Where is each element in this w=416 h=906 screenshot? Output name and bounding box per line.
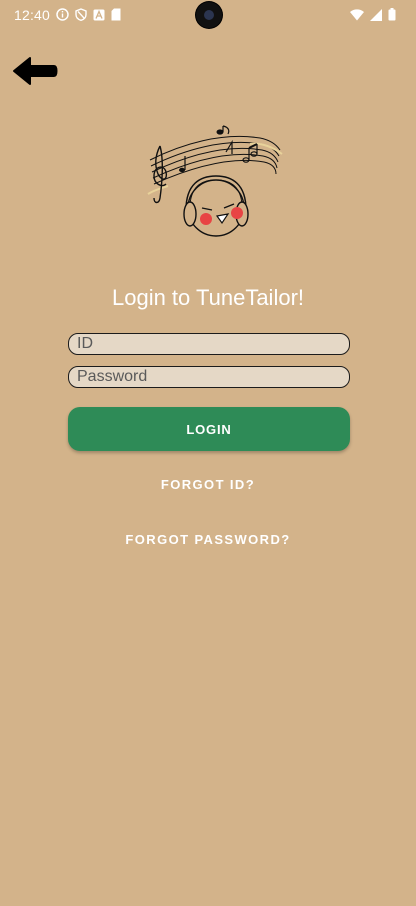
font-icon (93, 9, 105, 20)
sim-card-icon (111, 8, 121, 21)
signal-icon (370, 8, 382, 21)
password-input[interactable] (68, 366, 350, 388)
status-bar: 12:40 (0, 0, 416, 30)
app-logo (142, 124, 284, 240)
back-button[interactable] (12, 55, 58, 87)
battery-icon (388, 8, 396, 21)
music-face-logo (147, 125, 283, 237)
status-time: 12:40 (14, 7, 51, 23)
login-button[interactable]: LOGIN (68, 407, 350, 451)
arrow-left-icon (13, 57, 58, 85)
shield-icon (75, 8, 87, 21)
wifi-icon (350, 8, 364, 20)
id-input[interactable] (68, 333, 350, 355)
page-title: Login to TuneTailor! (111, 285, 305, 310)
forgot-password-link[interactable]: FORGOT PASSWORD? (0, 532, 416, 547)
info-icon (56, 8, 69, 21)
forgot-id-link[interactable]: FORGOT ID? (0, 477, 416, 492)
front-camera (196, 2, 222, 28)
